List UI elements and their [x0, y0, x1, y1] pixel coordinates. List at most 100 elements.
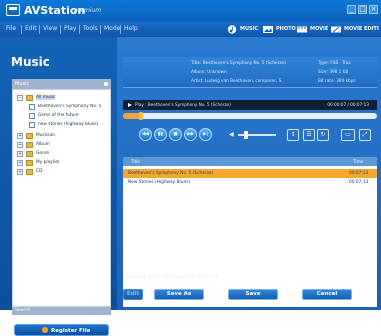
- photo-icon: [263, 26, 273, 33]
- tree-item-label: Gems of the future: [38, 113, 79, 118]
- tree-item-playlist[interactable]: Beethoven's Symphony No. 5: [29, 104, 109, 111]
- rewind-button[interactable]: ◀◀: [139, 128, 152, 141]
- tree-item-all-music[interactable]: − All music: [17, 95, 110, 102]
- menu-separator: [100, 25, 101, 34]
- menu-separator: [60, 25, 61, 34]
- search-label: Search: [15, 308, 31, 313]
- repeat-button[interactable]: ↻: [317, 129, 329, 141]
- tree-item-label: Beethoven's Symphony No. 5: [38, 104, 102, 109]
- menu-mode[interactable]: Mode: [104, 25, 120, 32]
- menu-separator: [79, 25, 80, 34]
- close-button[interactable]: ×: [369, 5, 378, 14]
- expand-icon[interactable]: +: [17, 169, 23, 175]
- folder-icon: [26, 95, 33, 101]
- movie-icon: [297, 26, 307, 33]
- library-tree: − All music Beethoven's Symphony No. 5 G…: [12, 89, 111, 307]
- info-format: Type: FSB · Trac: [318, 60, 351, 65]
- title-bar: AVStation premium _ □ ×: [0, 0, 381, 22]
- info-artist: Artist: Ludwig van Beethoven, composer, …: [191, 78, 283, 83]
- music-note-icon: [227, 25, 237, 34]
- playing-icon: [128, 103, 132, 107]
- cd-icon: [26, 169, 33, 175]
- tree-item-album[interactable]: + Album: [17, 142, 110, 149]
- playlist-icon: [29, 113, 35, 119]
- expand-icon[interactable]: +: [17, 160, 23, 166]
- info-size: Size: 398.1 KB: [318, 69, 349, 74]
- menu-help[interactable]: Help: [124, 25, 138, 32]
- save-as-button[interactable]: Save As: [154, 289, 204, 300]
- tree-header-label: Music: [15, 81, 30, 87]
- tab-movie-label: MOVIE: [310, 26, 329, 32]
- playlist-button[interactable]: ☰: [303, 129, 315, 141]
- page-title: Music: [11, 55, 50, 69]
- tree-item-playlist[interactable]: Gems of the future: [29, 113, 109, 120]
- folder-icon: [26, 160, 33, 166]
- expand-icon[interactable]: +: [17, 151, 23, 157]
- maximize-button[interactable]: □: [358, 5, 367, 14]
- collapse-icon[interactable]: −: [17, 95, 23, 101]
- table-row[interactable]: Beethoven's Symphony No. 5 (Scherzo) 00:…: [123, 169, 377, 178]
- pause-button[interactable]: ▮▮: [154, 128, 167, 141]
- table-row[interactable]: New Stories (Highway Blues) 00:07:13: [123, 178, 377, 187]
- search-bar[interactable]: Search: [12, 307, 111, 315]
- minimize-button[interactable]: _: [347, 5, 356, 14]
- column-time[interactable]: Time: [353, 159, 363, 164]
- now-playing-status: Play : Beethoven's Symphony No. 5 (Scher…: [135, 102, 231, 107]
- collapse-icon[interactable]: [104, 82, 108, 86]
- menu-play[interactable]: Play: [64, 25, 77, 32]
- seek-bar[interactable]: [123, 112, 377, 120]
- tree-item-cd[interactable]: + CD: [17, 169, 110, 176]
- tree-item-label: Genre: [36, 151, 50, 156]
- info-title: Title: Beethoven's Symphony No. 5 (Scher…: [191, 60, 286, 65]
- menu-view[interactable]: View: [43, 25, 57, 32]
- volume-handle[interactable]: [244, 131, 248, 139]
- menu-separator: [39, 25, 40, 34]
- info-album: Album: Unknown: [191, 69, 227, 74]
- info-bitrate: Bit rate: 384 kbps: [318, 78, 356, 83]
- fullscreen-button[interactable]: ⤢: [359, 129, 371, 141]
- track-title: Beethoven's Symphony No. 5 (Scherzo): [128, 171, 214, 176]
- right-panel: Title: Beethoven's Symphony No. 5 (Scher…: [117, 37, 381, 310]
- forward-button[interactable]: ▶▶: [184, 128, 197, 141]
- tree-item-label: My playlist: [36, 160, 60, 165]
- app-edition: premium: [74, 7, 102, 14]
- next-button[interactable]: ▶|: [199, 128, 212, 141]
- left-panel: Music Music − All music Beethoven's Symp…: [0, 37, 117, 336]
- register-file-label: Register File: [51, 328, 91, 334]
- screen-button[interactable]: ▭: [341, 129, 355, 141]
- cancel-button[interactable]: Cancel: [302, 289, 352, 300]
- playlist-icon: [29, 104, 35, 110]
- sort-button[interactable]: ↕: [287, 129, 299, 141]
- register-file-button[interactable]: Register File: [14, 324, 109, 336]
- edit-button[interactable]: Edit: [123, 289, 143, 300]
- tree-header[interactable]: Music: [12, 79, 111, 89]
- tree-item-genre[interactable]: + Genre: [17, 151, 110, 158]
- tree-item-musician[interactable]: + Musician: [17, 133, 110, 140]
- app-logo-icon: [6, 4, 20, 16]
- expand-icon[interactable]: +: [17, 142, 23, 148]
- stop-button[interactable]: ■: [169, 128, 182, 141]
- resize-grip-icon[interactable]: ⋱: [369, 301, 375, 307]
- tree-item-label: Musician: [36, 133, 55, 138]
- menu-bar: File Edit View Play Tools Mode Help MUSI…: [0, 22, 381, 37]
- tab-movie-edit[interactable]: MOVIE EDITI: [330, 24, 381, 35]
- tree-item-label: CD: [36, 169, 43, 174]
- folder-icon: [26, 151, 33, 157]
- tab-photo-label: PHOTO: [276, 26, 296, 32]
- save-button[interactable]: Save: [228, 289, 278, 300]
- menu-tools[interactable]: Tools: [83, 25, 98, 32]
- tree-item-my-playlist[interactable]: + My playlist: [17, 160, 110, 167]
- list-status-text: Contained items : Total play time : 00:0…: [125, 274, 218, 279]
- column-title[interactable]: Title: [131, 159, 140, 164]
- app-window: AVStation premium _ □ × File Edit View P…: [0, 0, 381, 336]
- menu-file[interactable]: File: [6, 25, 16, 32]
- track-title: New Stories (Highway Blues): [128, 180, 191, 185]
- track-info: Title: Beethoven's Symphony No. 5 (Scher…: [123, 57, 377, 88]
- track-list: Beethoven's Symphony No. 5 (Scherzo) 00:…: [123, 166, 377, 307]
- expand-icon[interactable]: +: [17, 133, 23, 139]
- menu-edit[interactable]: Edit: [25, 25, 37, 32]
- seek-handle[interactable]: [139, 112, 143, 120]
- track-list-header: Title Time: [123, 157, 377, 166]
- play-time: 00:00:07 / 00:07:13: [327, 102, 369, 107]
- tree-item-playlist[interactable]: new stories (highway blues): [29, 122, 109, 129]
